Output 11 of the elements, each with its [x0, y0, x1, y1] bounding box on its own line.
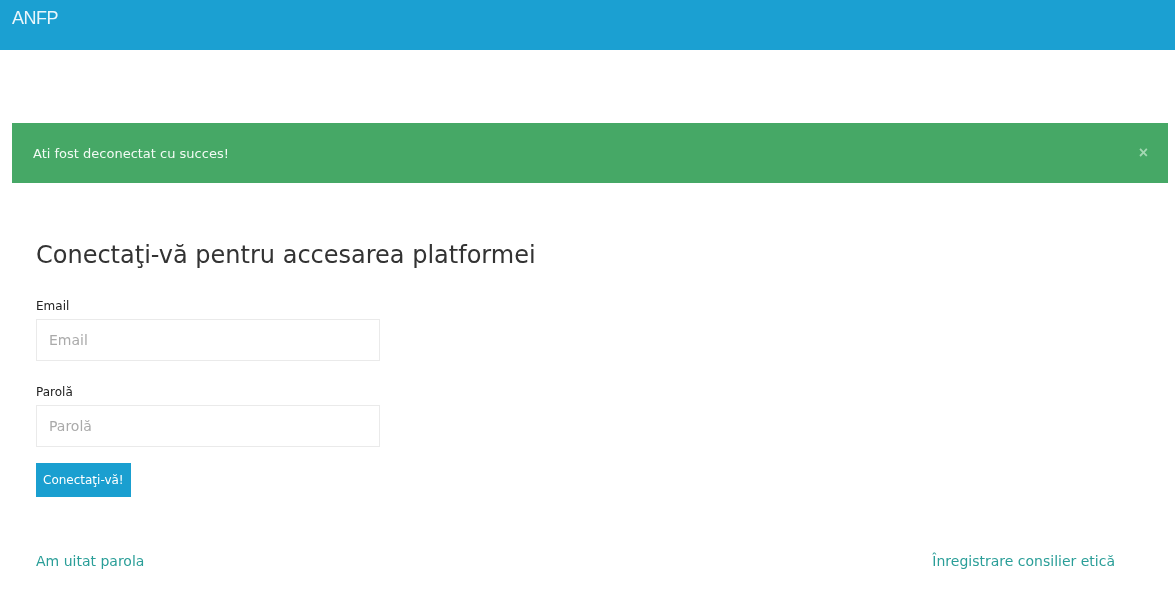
field-label: Email	[36, 299, 71, 313]
link[interactable]: Înregistrare consilier etică	[932, 553, 1115, 569]
page-heading: Conectaţi-vă pentru accesarea platformei	[36, 241, 537, 269]
alert-message: Ati fost deconectat cu succes!	[33, 145, 229, 161]
field-label: Parolă	[36, 385, 74, 399]
login-button[interactable]: Conectaţi-vă!	[36, 463, 131, 497]
brand-title: ANFP	[12, 8, 58, 29]
input-field[interactable]: Parolă	[36, 405, 380, 447]
link[interactable]: Am uitat parola	[36, 553, 145, 569]
input-field[interactable]: Email	[36, 319, 380, 361]
close-button[interactable]: ×	[1138, 144, 1148, 162]
